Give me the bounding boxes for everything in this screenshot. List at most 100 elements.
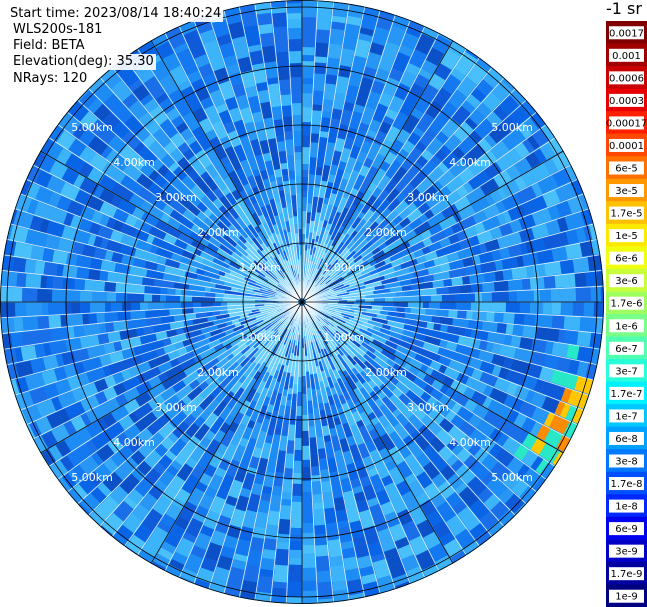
gate-cell	[131, 302, 141, 311]
gate-cell	[324, 74, 338, 85]
gate-cell	[425, 308, 437, 316]
gate-cell	[507, 278, 523, 291]
gate-cell	[302, 122, 311, 136]
gate-cell	[302, 197, 308, 212]
colorbar-tick-label: 1e-9	[615, 592, 638, 603]
gate-cell	[512, 324, 524, 337]
gate-cell	[260, 557, 275, 571]
gate-cell	[276, 548, 290, 558]
gate-cell	[291, 103, 302, 116]
gate-cell	[96, 312, 106, 324]
gate-cell	[302, 544, 316, 554]
gate-cell	[272, 587, 287, 597]
gate-cell	[436, 309, 449, 317]
gate-cell	[516, 289, 534, 302]
colorbar-tick-label: 0.0003	[609, 96, 644, 107]
gate-cell	[316, 570, 332, 583]
gate-cell	[152, 294, 161, 302]
gate-cell	[431, 315, 441, 324]
gate-cell	[293, 472, 302, 484]
gate-cell	[533, 289, 540, 302]
gate-cell	[491, 291, 509, 302]
gate-cell	[559, 259, 575, 274]
colorbar-tick-label: 1e-6	[615, 321, 638, 332]
gate-cell	[575, 286, 591, 302]
gate-cell	[282, 479, 293, 493]
gate-cell	[273, 564, 289, 583]
gate-cell	[12, 257, 27, 273]
gate-cell	[579, 316, 598, 333]
gate-cell	[302, 116, 312, 123]
gate-cell	[288, 39, 302, 52]
gate-cell	[493, 280, 509, 292]
gate-cell	[441, 293, 455, 302]
gate-cell	[430, 294, 442, 302]
gate-cell	[309, 142, 319, 158]
gate-cell	[454, 293, 468, 302]
colorbar-tick-label: 0.0001	[609, 141, 644, 152]
gate-cell	[25, 273, 42, 289]
gate-cell	[257, 575, 274, 594]
gate-cell	[286, 3, 302, 14]
range-ring-label: 1.00km	[323, 261, 365, 274]
gate-cell	[302, 135, 311, 148]
gate-cell	[522, 325, 537, 339]
gate-cell	[490, 302, 506, 313]
gate-cell	[289, 557, 302, 565]
gate-cell	[10, 332, 24, 348]
range-ring-label: 5.00km	[71, 471, 113, 484]
gate-cell	[276, 541, 290, 550]
gate-cell	[302, 507, 314, 523]
gate-cell	[111, 302, 123, 312]
colorbar: 0.0017 0.001 0.0006 0.0003 0.00017 0.0001 6e-5…	[606, 21, 647, 607]
colorbar-tick-label: 3e-7	[615, 366, 638, 377]
gate-cell	[90, 302, 106, 314]
gate-cell	[37, 316, 50, 330]
gate-cell	[319, 130, 329, 138]
gate-cell	[302, 191, 308, 198]
gate-cell	[105, 302, 112, 313]
range-ring-label: 5.00km	[491, 471, 533, 484]
gate-cell	[122, 302, 132, 312]
gate-cell	[37, 288, 53, 302]
gate-cell	[275, 556, 289, 566]
gate-cell	[551, 302, 561, 315]
gate-cell	[508, 290, 517, 302]
gate-cell	[265, 524, 279, 540]
gate-cell	[302, 78, 314, 85]
colorbar-tick-label: 1.7e-5	[610, 209, 642, 220]
range-ring-label: 2.00km	[365, 226, 407, 239]
gate-cell	[316, 17, 331, 31]
gate-cell	[275, 134, 285, 142]
colorbar-tick-label: 1e-8	[615, 502, 638, 513]
gate-cell	[181, 289, 192, 297]
gate-cell	[30, 245, 45, 261]
gate-cell	[278, 79, 291, 96]
gate-cell	[294, 449, 302, 461]
gate-cell	[12, 287, 23, 302]
gate-cell	[290, 527, 302, 535]
gate-cell	[13, 317, 24, 333]
gate-cell	[302, 459, 311, 467]
range-ring-label: 3.00km	[155, 191, 197, 204]
gate-cell	[302, 17, 317, 34]
gate-cell	[48, 315, 62, 329]
gate-cell	[560, 302, 573, 316]
gate-cell	[314, 533, 328, 546]
gate-cell	[302, 33, 316, 48]
gate-cell	[337, 64, 352, 78]
gate-cell	[327, 43, 342, 59]
gate-cell	[290, 77, 302, 88]
gate-cell	[0, 271, 18, 288]
gate-cell	[329, 555, 344, 567]
gate-cell	[295, 415, 302, 430]
colorbar-tick-label: 1e-5	[615, 231, 638, 242]
gate-cell	[22, 288, 38, 302]
gate-cell	[316, 555, 331, 572]
colorbar-tick-label: 1.7e-7	[610, 389, 642, 400]
gate-cell	[292, 483, 302, 496]
gate-cell	[24, 259, 37, 274]
gate-cell	[116, 273, 127, 284]
gate-cell	[104, 281, 116, 293]
ppi-polar-plot: 1.00km 1.00km 1.00km 1.00km 2.00km 2.00km 2.00…	[0, 0, 604, 604]
